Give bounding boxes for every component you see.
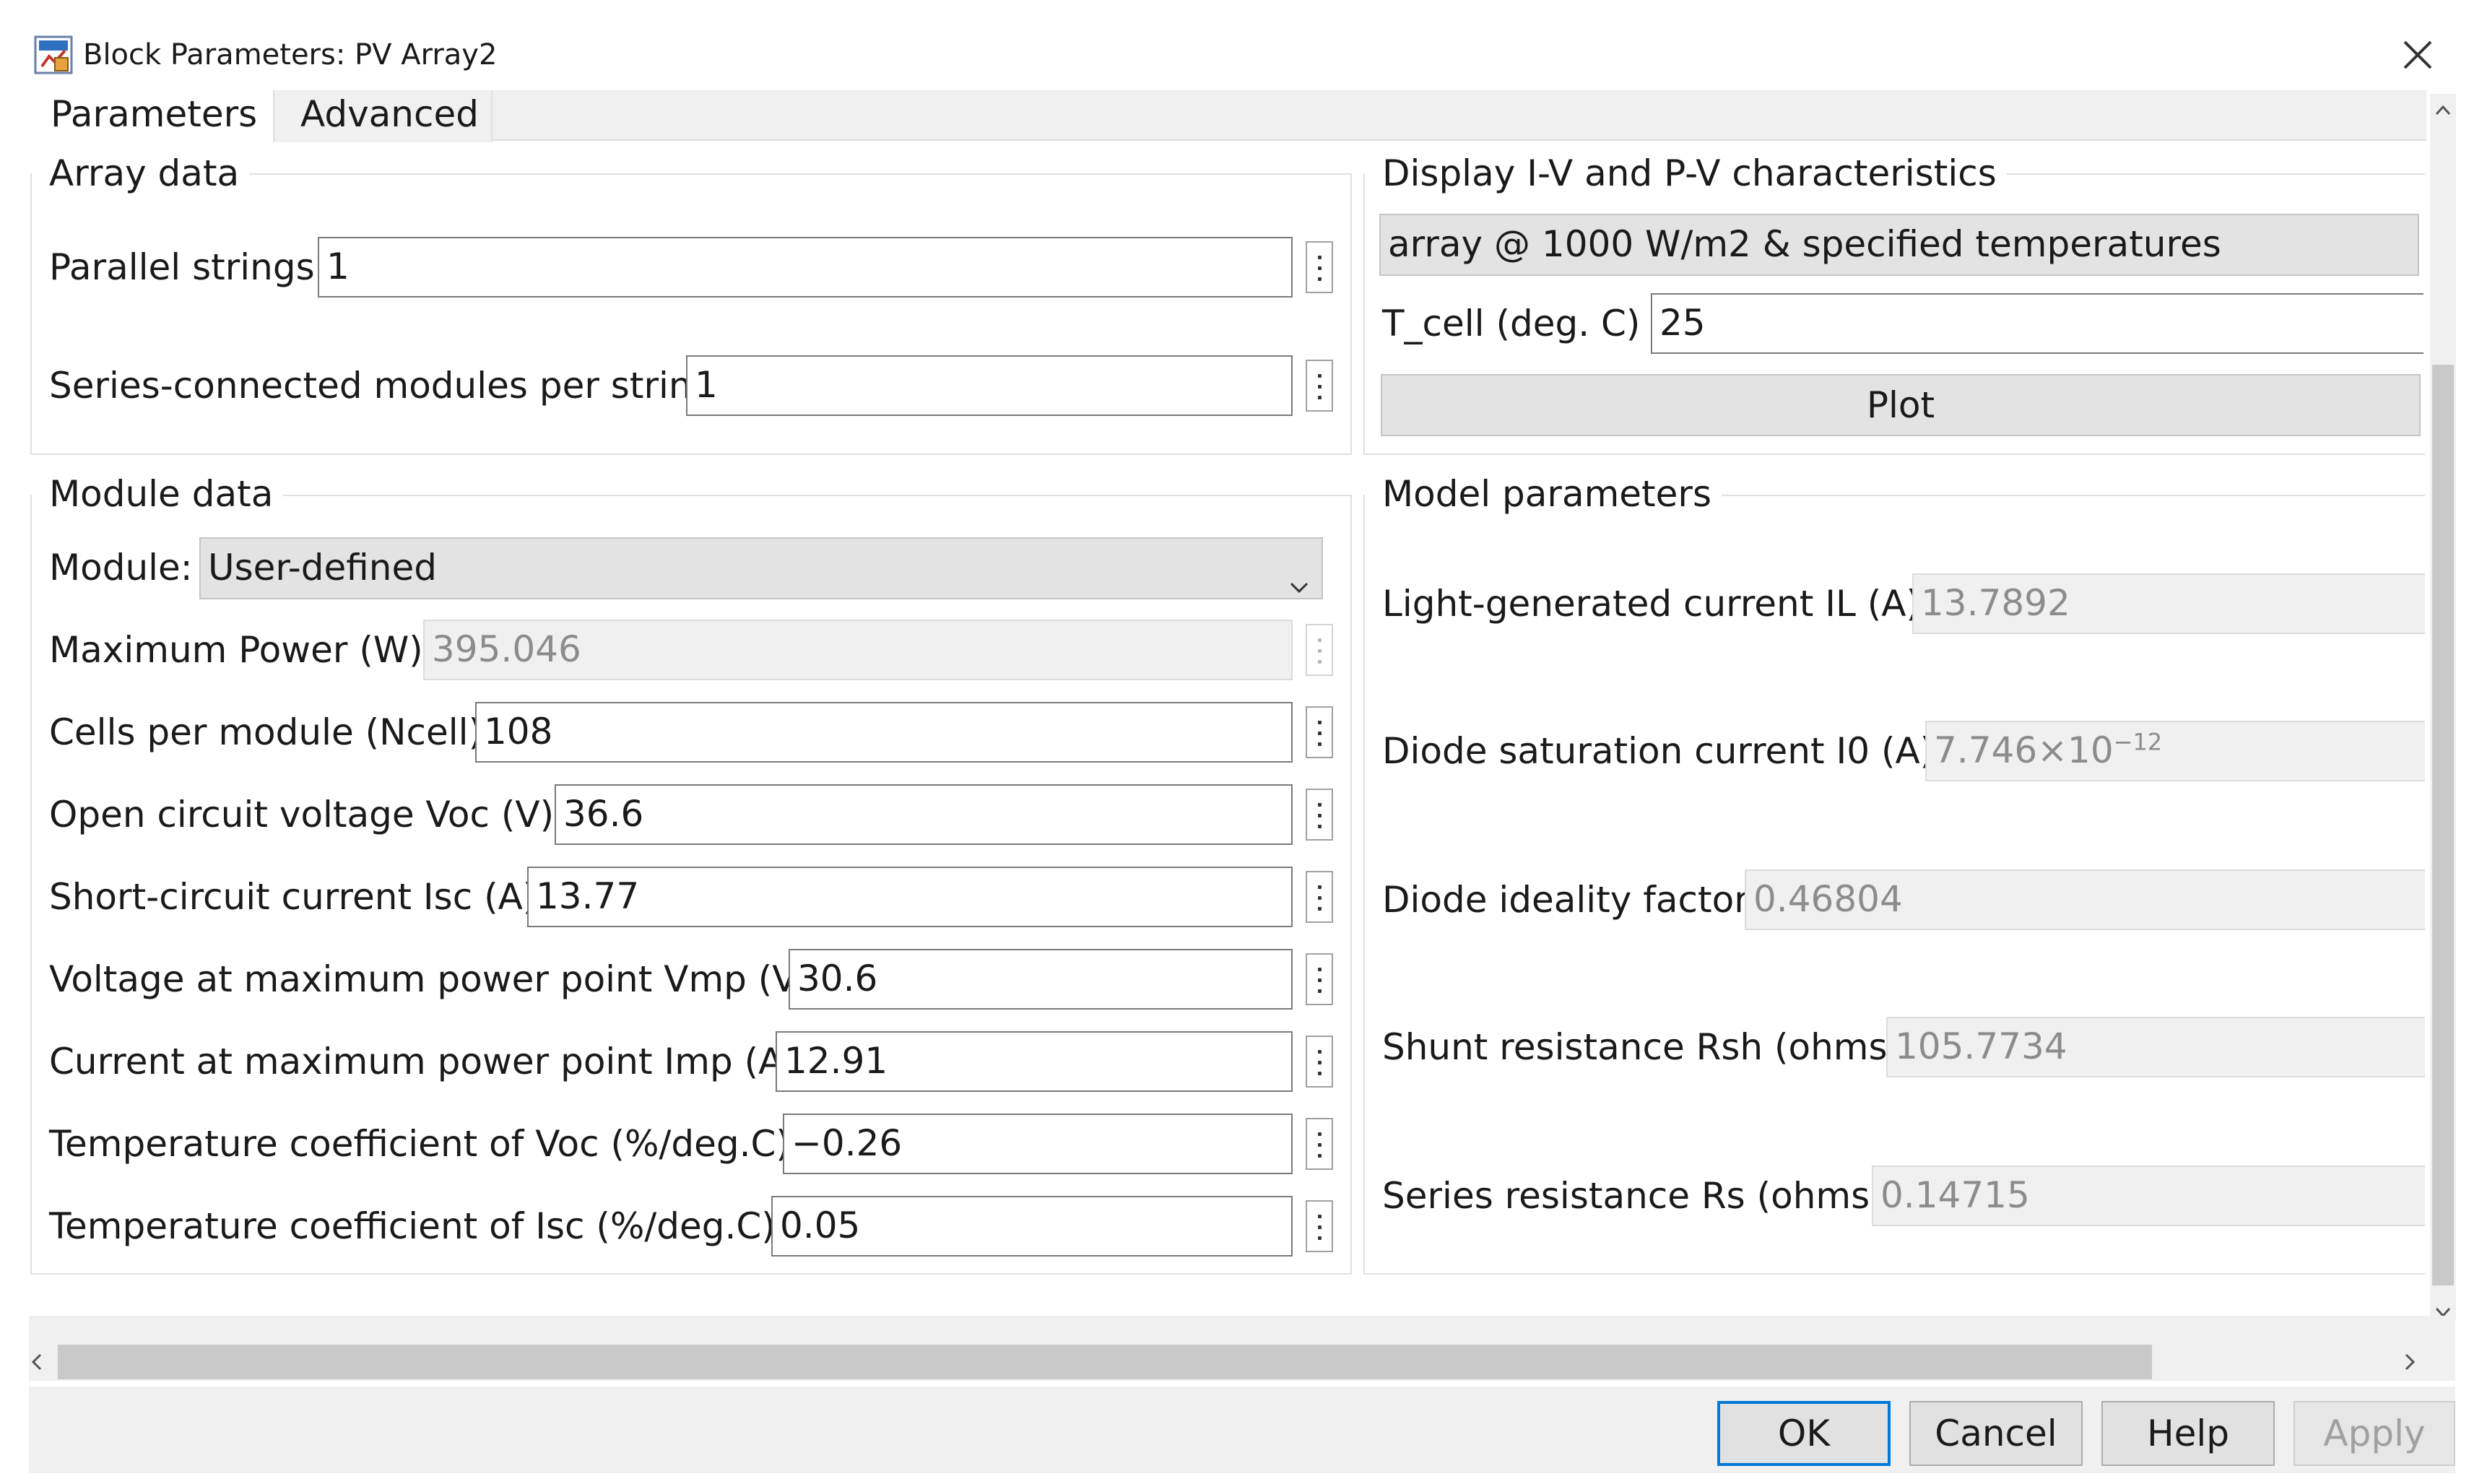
temp-voc-field[interactable]: −0.26 xyxy=(783,1114,1293,1174)
more-options-icon[interactable] xyxy=(1306,241,1333,293)
ideality-field: 0.46804 xyxy=(1745,869,2425,930)
voc-field[interactable]: 36.6 xyxy=(555,784,1293,845)
model-parameters-legend: Model parameters xyxy=(1365,471,1722,517)
i0-mantissa: 7.746 xyxy=(1934,729,2038,771)
help-button[interactable]: Help xyxy=(2101,1401,2275,1466)
simulink-block-icon xyxy=(33,35,74,75)
button-bar xyxy=(29,1387,2455,1473)
module-label: Module: xyxy=(49,547,193,589)
vertical-scrollbar-thumb[interactable] xyxy=(2432,365,2454,1285)
cancel-button[interactable]: Cancel xyxy=(1909,1401,2083,1466)
tab-parameters[interactable]: Parameters xyxy=(29,90,274,142)
imp-label: Current at maximum power point Imp (A) xyxy=(49,1041,797,1082)
il-label: Light-generated current IL (A) xyxy=(1382,583,1920,625)
ok-button[interactable]: OK xyxy=(1717,1401,1891,1466)
scroll-right-icon[interactable] xyxy=(2398,1348,2422,1376)
imp-field[interactable]: 12.91 xyxy=(776,1031,1293,1092)
scroll-left-icon[interactable] xyxy=(25,1348,49,1376)
apply-button: Apply xyxy=(2294,1401,2455,1466)
module-select-value: User-defined xyxy=(208,547,437,589)
cells-label: Cells per module (Ncell) xyxy=(49,711,483,753)
display-select[interactable]: array @ 1000 W/m2 & specified temperatur… xyxy=(1379,214,2419,276)
i0-exponent: −12 xyxy=(2113,728,2163,756)
chevron-down-icon xyxy=(1287,557,1311,594)
max-power-label: Maximum Power (W) xyxy=(49,629,423,671)
parallel-strings-label: Parallel strings xyxy=(49,246,315,288)
rs-field: 0.14715 xyxy=(1872,1166,2425,1226)
rs-label: Series resistance Rs (ohms) xyxy=(1382,1175,1884,1217)
temp-isc-field[interactable]: 0.05 xyxy=(771,1196,1293,1257)
tab-advanced[interactable]: Advanced xyxy=(276,90,493,142)
i0-label: Diode saturation current I0 (A) xyxy=(1382,730,1935,772)
il-field: 13.7892 xyxy=(1912,573,2425,634)
more-options-icon[interactable] xyxy=(1306,953,1333,1005)
more-options-icon[interactable] xyxy=(1306,871,1333,923)
i0-field: 7.746×10−12 xyxy=(1925,721,2425,781)
temp-isc-label: Temperature coefficient of Isc (%/deg.C) xyxy=(49,1205,776,1247)
module-select[interactable]: User-defined xyxy=(199,537,1323,599)
more-options-icon[interactable] xyxy=(1306,789,1333,841)
array-data-legend: Array data xyxy=(32,150,250,196)
i0-times: × xyxy=(2037,729,2068,771)
tcell-label: T_cell (deg. C) xyxy=(1382,303,1641,344)
series-modules-label: Series-connected modules per string xyxy=(49,365,715,407)
temp-voc-label: Temperature coefficient of Voc (%/deg.C) xyxy=(49,1123,790,1165)
max-power-field: 395.046 xyxy=(423,620,1293,680)
close-icon[interactable] xyxy=(2395,32,2441,78)
isc-label: Short-circuit current Isc (A) xyxy=(49,876,537,918)
plot-button[interactable]: Plot xyxy=(1381,374,2421,436)
display-legend: Display I-V and P-V characteristics xyxy=(1365,150,2007,196)
more-options-icon[interactable] xyxy=(1306,1118,1333,1170)
ideality-label: Diode ideality factor xyxy=(1382,879,1749,921)
window-title: Block Parameters: PV Array2 xyxy=(83,38,498,71)
more-options-icon[interactable] xyxy=(1306,1036,1333,1088)
i0-base: 10 xyxy=(2067,729,2114,771)
voc-label: Open circuit voltage Voc (V) xyxy=(49,794,555,836)
series-modules-field[interactable]: 1 xyxy=(686,355,1293,416)
parallel-strings-field[interactable]: 1 xyxy=(318,237,1293,298)
rsh-label: Shunt resistance Rsh (ohms) xyxy=(1382,1026,1902,1068)
more-options-icon[interactable] xyxy=(1306,360,1333,412)
rsh-field: 105.7734 xyxy=(1886,1017,2425,1077)
horizontal-scrollbar-thumb[interactable] xyxy=(58,1345,2152,1379)
isc-field[interactable]: 13.77 xyxy=(527,867,1293,927)
vmp-field[interactable]: 30.6 xyxy=(789,949,1293,1010)
scroll-up-icon[interactable] xyxy=(2431,98,2455,123)
vmp-label: Voltage at maximum power point Vmp (V) xyxy=(49,958,812,1000)
tcell-field[interactable]: 25 xyxy=(1651,293,2424,354)
module-data-legend: Module data xyxy=(32,471,284,517)
more-options-icon xyxy=(1306,624,1333,676)
more-options-icon[interactable] xyxy=(1306,706,1333,758)
more-options-icon[interactable] xyxy=(1306,1200,1333,1252)
cells-field[interactable]: 108 xyxy=(475,702,1293,763)
